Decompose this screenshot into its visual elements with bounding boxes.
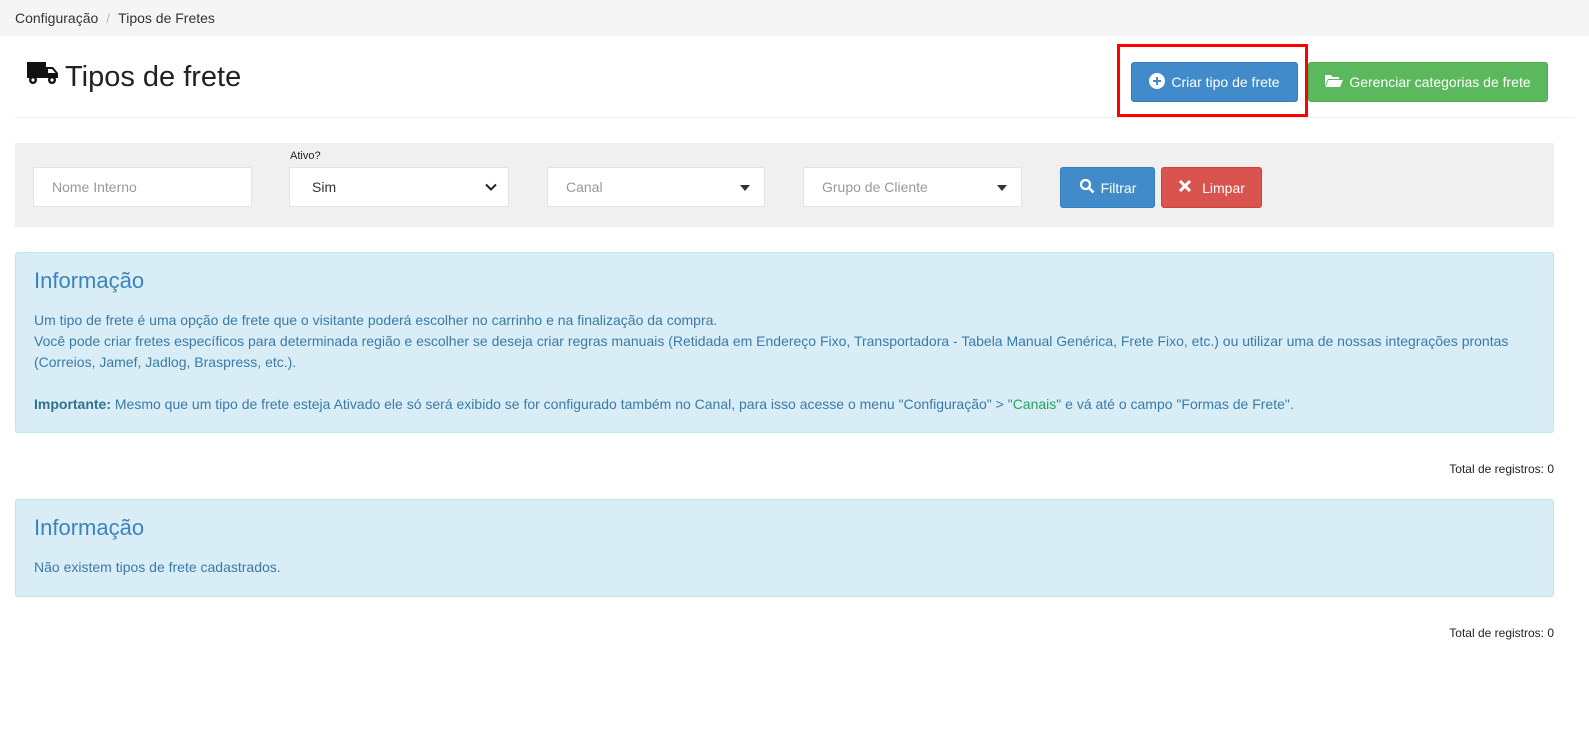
important-text-after: " e vá até o campo "Formas de Frete".	[1056, 396, 1294, 412]
filter-button[interactable]: Filtrar	[1060, 167, 1155, 208]
folder-open-icon	[1325, 74, 1349, 91]
internal-name-placeholder: Nome Interno	[52, 179, 137, 195]
channel-select[interactable]: Canal	[547, 167, 765, 207]
search-icon	[1079, 178, 1101, 197]
channel-placeholder: Canal	[566, 179, 603, 195]
customer-group-placeholder: Grupo de Cliente	[822, 179, 928, 195]
create-shipping-type-button[interactable]: Criar tipo de frete	[1131, 62, 1298, 102]
total-records: Total de registros: 0	[1449, 626, 1554, 640]
breadcrumb-separator: /	[106, 10, 111, 26]
empty-alert: Informação Não existem tipos de frete ca…	[15, 499, 1554, 597]
info-line-1: Um tipo de frete é uma opção de frete qu…	[34, 312, 718, 328]
close-icon	[1178, 179, 1198, 196]
empty-alert-title: Informação	[34, 515, 145, 540]
clear-button[interactable]: Limpar	[1161, 167, 1262, 208]
important-label: Importante:	[34, 396, 111, 412]
truck-icon	[27, 60, 65, 94]
manage-button-label: Gerenciar categorias de frete	[1349, 74, 1531, 90]
internal-name-input[interactable]: Nome Interno	[33, 167, 252, 207]
caret-down-icon	[740, 185, 750, 191]
breadcrumb-item-configuracao[interactable]: Configuração	[15, 10, 98, 26]
manage-categories-button[interactable]: Gerenciar categorias de frete	[1308, 62, 1548, 102]
chevron-down-icon	[484, 180, 498, 197]
breadcrumb: Configuração / Tipos de Fretes	[0, 0, 1589, 36]
create-button-label: Criar tipo de frete	[1171, 74, 1280, 90]
breadcrumb-item-current: Tipos de Fretes	[118, 10, 215, 26]
active-select[interactable]: Sim	[289, 167, 509, 207]
info-alert-title: Informação	[34, 268, 145, 293]
active-select-value: Sim	[312, 179, 337, 195]
important-text-before: Mesmo que um tipo de frete esteja Ativad…	[111, 396, 1013, 412]
canais-link[interactable]: Canais	[1013, 396, 1057, 412]
filter-bar: Nome Interno Ativo? Sim Canal Grupo de C…	[15, 143, 1554, 227]
total-records: Total de registros: 0	[1449, 462, 1554, 476]
page-title: Tipos de frete	[27, 60, 241, 94]
clear-button-label: Limpar	[1202, 179, 1245, 196]
info-important: Importante: Mesmo que um tipo de frete e…	[34, 394, 1535, 415]
info-line-2: Você pode criar fretes específicos para …	[34, 333, 1509, 370]
page-title-text: Tipos de frete	[65, 60, 242, 93]
active-label: Ativo?	[290, 150, 321, 162]
filter-button-label: Filtrar	[1100, 179, 1137, 196]
caret-down-icon	[997, 185, 1007, 191]
plus-circle-icon	[1149, 72, 1171, 92]
customer-group-select[interactable]: Grupo de Cliente	[803, 167, 1022, 207]
info-alert: Informação Um tipo de frete é uma opção …	[15, 252, 1554, 433]
empty-alert-message: Não existem tipos de frete cadastrados.	[34, 559, 281, 575]
